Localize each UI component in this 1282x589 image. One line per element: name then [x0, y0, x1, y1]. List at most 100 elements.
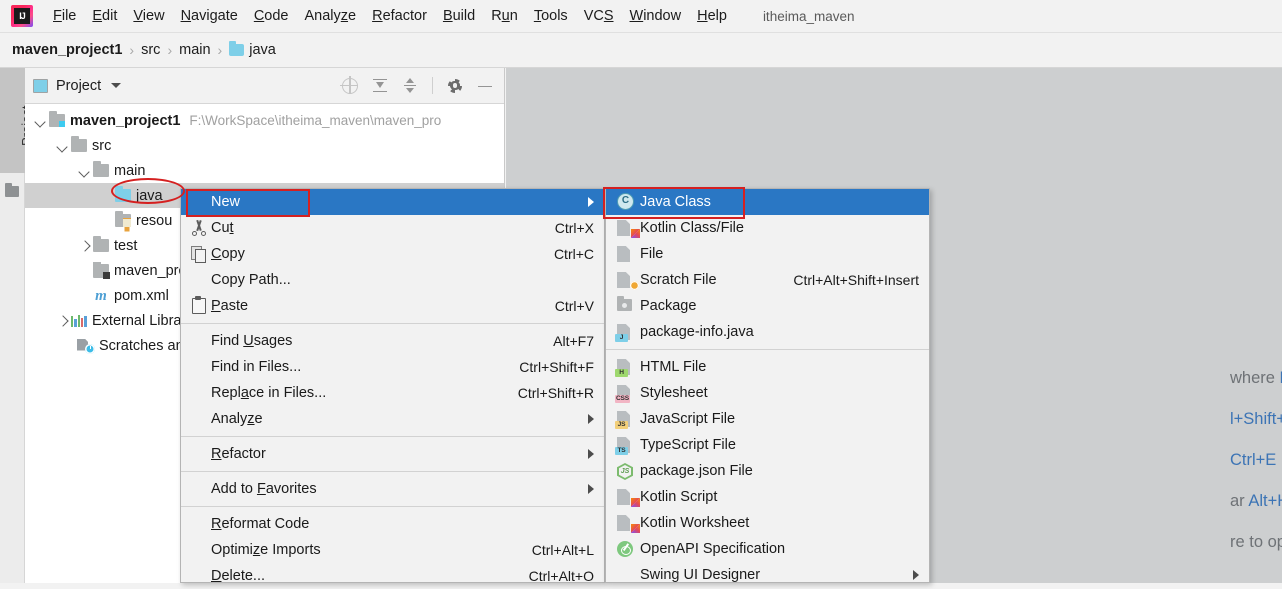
submenu-item-label: HTML File [640, 359, 919, 375]
intellij-idea-logo-icon [11, 5, 33, 27]
tree-label: test [114, 238, 137, 254]
context-menu-item-copy[interactable]: Copy Ctrl+C [181, 241, 604, 267]
context-menu-item-delete[interactable]: Delete... Ctrl+Alt+O [181, 563, 604, 589]
submenu-item-javascript-file[interactable]: JS JavaScript File [606, 406, 929, 432]
menu-navigate[interactable]: Navigate [173, 5, 246, 27]
scratches-icon [77, 339, 94, 353]
css-file-icon: CSS [614, 383, 640, 403]
submenu-item-stylesheet[interactable]: CSS Stylesheet [606, 380, 929, 406]
context-menu-item-label: Optimize Imports [211, 542, 516, 558]
submenu-arrow-icon [913, 570, 919, 580]
tool-window-strip-left: Project [0, 68, 25, 583]
breadcrumb-item-src[interactable]: src [141, 42, 160, 58]
external-libraries-icon [71, 314, 87, 327]
context-menu-item-label: Reformat Code [211, 516, 578, 532]
submenu-item-scratch-file[interactable]: Scratch File Ctrl+Alt+Shift+Insert [606, 267, 929, 293]
menu-help[interactable]: Help [689, 5, 735, 27]
hide-icon[interactable] [477, 78, 493, 94]
submenu-item-java-class[interactable]: C Java Class [606, 189, 929, 215]
cut-icon [189, 219, 211, 237]
submenu-item-file[interactable]: File [606, 241, 929, 267]
submenu-item-kotlin-worksheet[interactable]: Kotlin Worksheet [606, 510, 929, 536]
menu-separator [181, 506, 604, 507]
context-menu-item-optimize-imports[interactable]: Optimize Imports Ctrl+Alt+L [181, 537, 604, 563]
hint-shortcut: l+Shift+N [1230, 410, 1282, 428]
submenu-item-package-json-file[interactable]: JS package.json File [606, 458, 929, 484]
tree-row-src[interactable]: src [25, 133, 504, 158]
favorites-folder-icon[interactable] [5, 186, 19, 197]
menu-run[interactable]: Run [483, 5, 526, 27]
submenu-item-package-info-java[interactable]: J package-info.java [606, 319, 929, 345]
submenu-item-label: OpenAPI Specification [640, 541, 919, 557]
no-icon [614, 565, 640, 585]
submenu-item-typescript-file[interactable]: TS TypeScript File [606, 432, 929, 458]
context-menu-item-label: Cut [211, 220, 539, 236]
menu-refactor[interactable]: Refactor [364, 5, 435, 27]
context-menu-item-add-to-favorites[interactable]: Add to Favorites [181, 476, 604, 502]
chevron-down-icon[interactable] [111, 83, 121, 88]
menu-vcs[interactable]: VCS [576, 5, 622, 27]
submenu-item-package[interactable]: Package [606, 293, 929, 319]
no-icon [189, 384, 211, 402]
project-window-icon [33, 79, 48, 93]
context-menu-item-shortcut: Ctrl+C [554, 246, 594, 262]
hint-line-navigation-bar: ar Alt+Home [1230, 481, 1282, 522]
submenu-item-kotlin-class-file[interactable]: Kotlin Class/File [606, 215, 929, 241]
openapi-icon [614, 539, 640, 559]
chevron-down-icon[interactable] [55, 139, 69, 153]
breadcrumb-item-main[interactable]: main [179, 42, 210, 58]
collapse-all-icon[interactable] [402, 78, 418, 94]
tree-row-main[interactable]: main [25, 158, 504, 183]
menu-tools[interactable]: Tools [526, 5, 576, 27]
submenu-item-html-file[interactable]: H HTML File [606, 354, 929, 380]
submenu-item-kotlin-script[interactable]: Kotlin Script [606, 484, 929, 510]
tree-label: java [136, 188, 163, 204]
context-menu-item-copy-path[interactable]: Copy Path... [181, 267, 604, 293]
submenu-item-swing-ui-designer[interactable]: Swing UI Designer [606, 562, 929, 588]
context-menu-item-new[interactable]: New [181, 189, 604, 215]
context-menu-item-paste[interactable]: Paste Ctrl+V [181, 293, 604, 319]
breadcrumb-separator: › [167, 42, 172, 58]
menu-window[interactable]: Window [622, 5, 690, 27]
context-menu-item-label: Delete... [211, 568, 513, 584]
menu-analyze[interactable]: Analyze [297, 5, 365, 27]
scratch-file-icon [614, 270, 640, 290]
locate-icon[interactable] [342, 78, 358, 94]
kotlin-file-icon [614, 218, 640, 238]
menu-edit[interactable]: Edit [84, 5, 125, 27]
project-tool-window-header: Project [25, 68, 504, 104]
tool-window-button-project[interactable]: Project [0, 68, 25, 173]
context-menu-item-replace-in-files[interactable]: Replace in Files... Ctrl+Shift+R [181, 380, 604, 406]
breadcrumb-item-project[interactable]: maven_project1 [12, 42, 122, 58]
submenu-item-openapi-specification[interactable]: OpenAPI Specification [606, 536, 929, 562]
menu-file[interactable]: File [45, 5, 84, 27]
tree-row-maven-project1[interactable]: maven_project1 F:\WorkSpace\itheima_mave… [25, 108, 504, 133]
expand-all-icon[interactable] [372, 78, 388, 94]
chevron-right-icon[interactable] [55, 314, 69, 328]
menu-code[interactable]: Code [246, 5, 297, 27]
menu-separator [606, 349, 929, 350]
context-menu-item-find-in-files[interactable]: Find in Files... Ctrl+Shift+F [181, 354, 604, 380]
context-menu-item-analyze[interactable]: Analyze [181, 406, 604, 432]
chevron-right-icon[interactable] [77, 239, 91, 253]
menu-build[interactable]: Build [435, 5, 483, 27]
no-icon [189, 480, 211, 498]
gear-icon[interactable] [447, 78, 463, 94]
submenu-item-shortcut: Ctrl+Alt+Shift+Insert [793, 272, 919, 288]
hint-line-drop-files: re to open them [1230, 522, 1282, 563]
context-menu-item-find-usages[interactable]: Find Usages Alt+F7 [181, 328, 604, 354]
context-menu-item-refactor[interactable]: Refactor [181, 441, 604, 467]
breadcrumb-item-java[interactable]: java [229, 42, 276, 58]
context-menu-item-label: New [211, 194, 578, 210]
html-file-icon: H [614, 357, 640, 377]
chevron-down-icon[interactable] [77, 164, 91, 178]
context-menu-item-label: Copy Path... [211, 272, 594, 288]
project-view-selector[interactable]: Project [33, 78, 342, 94]
submenu-item-label: Java Class [640, 194, 919, 210]
context-menu-item-cut[interactable]: Cut Ctrl+X [181, 215, 604, 241]
menu-view[interactable]: View [125, 5, 172, 27]
hint-text: re to open them [1230, 533, 1282, 551]
no-icon [189, 358, 211, 376]
chevron-down-icon[interactable] [33, 114, 47, 128]
context-menu-item-reformat-code[interactable]: Reformat Code [181, 511, 604, 537]
